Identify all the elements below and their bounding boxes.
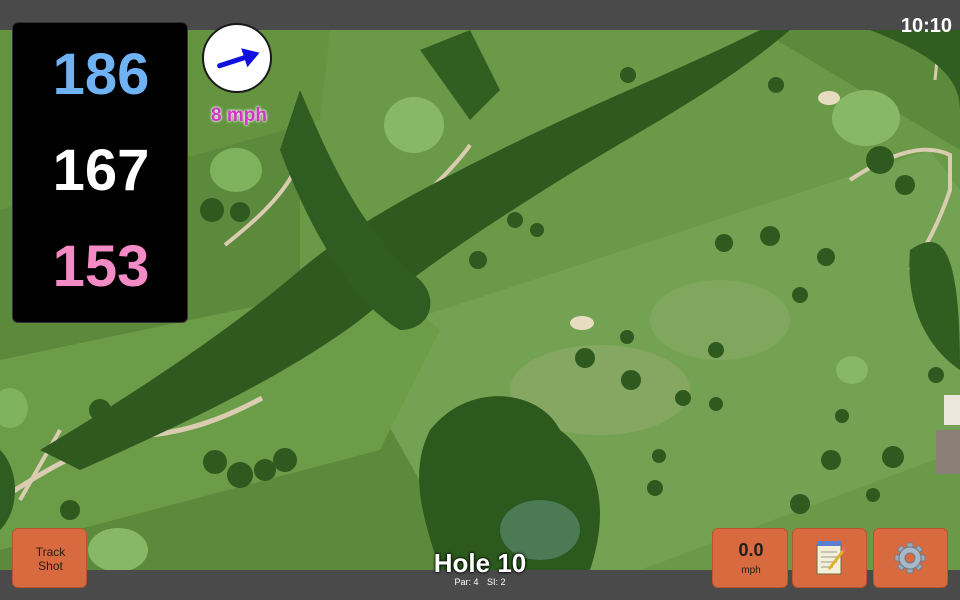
track-shot-button[interactable]: Track Shot <box>12 528 87 588</box>
hole-title: Hole 10 <box>433 548 527 578</box>
wind-compass[interactable] <box>202 23 272 93</box>
settings-button[interactable] <box>873 528 948 588</box>
track-shot-label-line2: Shot <box>38 559 63 573</box>
wind-speed-label: 8 mph <box>211 105 267 126</box>
track-shot-label-line1: Track <box>35 545 66 559</box>
status-clock: 10:10 <box>900 15 952 37</box>
wind-direction-arrow-icon <box>217 48 260 69</box>
wind-input-button[interactable]: 0.0 mph <box>712 528 788 588</box>
hole-info: Par: 4 SI: 2 <box>400 577 560 588</box>
gear-icon <box>894 542 926 574</box>
wind-input-unit: mph <box>741 565 761 576</box>
distance-middle: 167 <box>52 138 150 203</box>
notes-button[interactable] <box>792 528 867 588</box>
hole-par: Par: 4 <box>454 577 479 587</box>
distance-back: 186 <box>52 42 150 107</box>
notepad-icon <box>816 541 847 575</box>
distance-front: 153 <box>52 234 150 299</box>
wind-input-value: 0.0 <box>738 540 764 560</box>
hole-stroke-index: SI: 2 <box>487 577 506 587</box>
distance-panel: 186 167 153 <box>12 22 188 323</box>
